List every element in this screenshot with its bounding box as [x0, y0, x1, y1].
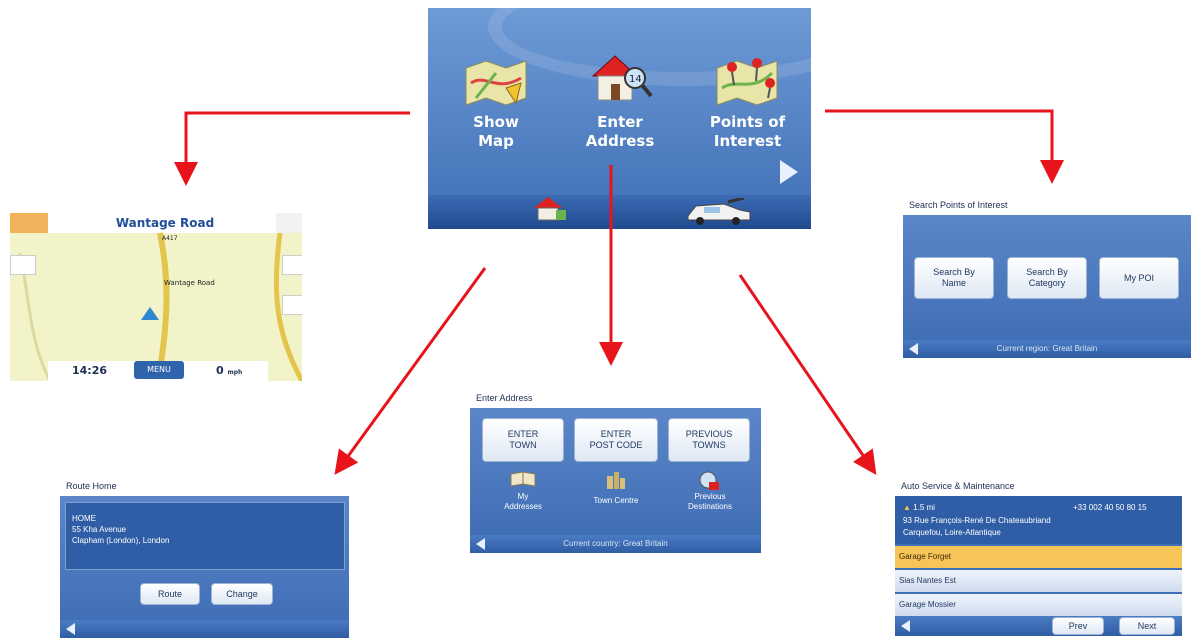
- flow-arrows: [174, 109, 1064, 475]
- arrow-to-route-home: [334, 267, 487, 475]
- arrow-to-auto-service: [738, 274, 877, 475]
- arrow-to-poi: [825, 109, 1064, 184]
- arrow-to-map: [174, 111, 410, 186]
